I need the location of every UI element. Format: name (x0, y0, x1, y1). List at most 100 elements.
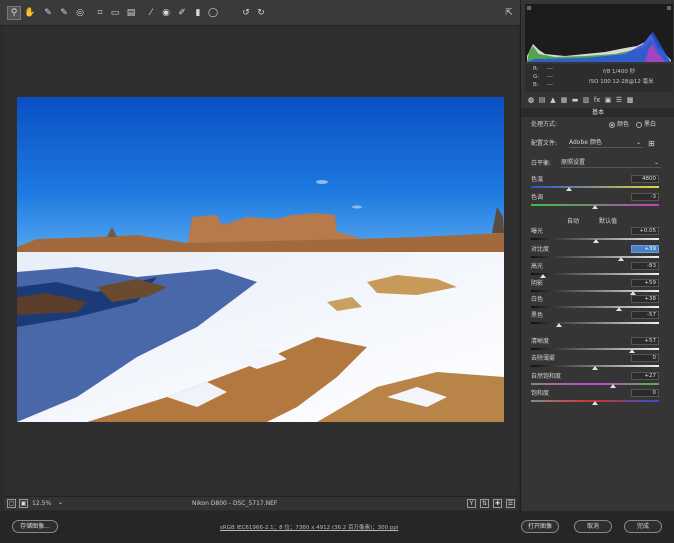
process-color-radio[interactable] (609, 122, 615, 128)
slider-track[interactable] (531, 322, 659, 324)
cancel-button[interactable]: 取消 (574, 520, 612, 533)
compare-view-icon[interactable]: ▣ (19, 499, 28, 508)
slider-thumb[interactable] (592, 205, 598, 209)
preview-settings-icon[interactable]: ☰ (506, 499, 515, 508)
basic-tab-icon[interactable]: ◍ (527, 96, 535, 104)
hsl-tab-icon[interactable]: ▦ (560, 96, 568, 104)
exposure-info: f/8 1/400 秒 (603, 69, 636, 75)
slider-track[interactable] (531, 273, 659, 275)
slider-value-field[interactable]: +39 (631, 245, 659, 253)
slider-thumb[interactable] (629, 349, 636, 353)
slider-value-field[interactable]: +57 (631, 337, 659, 345)
slider-thumb[interactable] (616, 307, 623, 311)
single-view-icon[interactable]: ▢ (7, 499, 16, 508)
adjustment-panel: R: --- G: --- B: --- f/8 1/400 秒 ISO 100… (520, 0, 674, 511)
radial-filter-icon[interactable]: ◯ (207, 7, 219, 19)
b-label: B: (533, 82, 539, 88)
g-label: G: (533, 74, 540, 80)
histogram (525, 4, 673, 62)
process-bw-label[interactable]: 黑白 (644, 121, 656, 129)
zoom-level[interactable]: 12.5% (32, 499, 51, 509)
slider-thumb[interactable] (592, 401, 598, 405)
presets-tab-icon[interactable]: ☰ (615, 96, 623, 104)
zoom-dropdown-icon[interactable]: ⌄ (56, 499, 65, 508)
lens-tab-icon[interactable]: ▥ (582, 96, 590, 104)
workflow-options-link[interactable]: sRGB IEC61966-2.1；8 位；7360 x 4912 (36.2 … (220, 523, 398, 531)
slider-value-field[interactable]: 0 (631, 354, 659, 362)
profile-value: Adobe 颜色 (569, 139, 602, 146)
slider-label: 饱和度 (531, 390, 550, 397)
white-balance-label: 白平衡: (531, 160, 552, 167)
slider-value-field[interactable]: +0.05 (631, 227, 659, 235)
swap-settings-icon[interactable]: ⇅ (480, 499, 489, 508)
white-balance-icon[interactable]: ✎ (42, 7, 54, 19)
calibration-tab-icon[interactable]: ▣ (604, 96, 612, 104)
process-label: 处理方式: (531, 121, 558, 128)
file-name: Nikon D800 - DSC_5717.NEF (192, 500, 278, 507)
panel-tabs: ◍ ▤ ▲ ▦ ▬ ▥ fx ▣ ☰ ▩ (525, 95, 673, 106)
histogram-graph (525, 4, 673, 62)
open-image-button[interactable]: 打开图像 (521, 520, 559, 533)
rotate-right-icon[interactable]: ↻ (255, 7, 267, 19)
auto-link[interactable]: 自动 (567, 218, 579, 226)
red-eye-icon[interactable]: ◉ (160, 7, 172, 19)
b-value: --- (547, 82, 553, 88)
slider-label: 对比度 (531, 246, 550, 253)
shadow-clipping-icon (527, 6, 531, 10)
slider-track[interactable] (531, 290, 659, 292)
slider-value-field[interactable]: 0 (631, 389, 659, 397)
slider-value-field[interactable]: +59 (631, 279, 659, 287)
process-bw-radio[interactable] (636, 122, 642, 128)
slider-thumb[interactable] (539, 274, 546, 278)
toggle-fullscreen-icon[interactable]: ⇱ (503, 7, 515, 19)
snapshots-tab-icon[interactable]: ▩ (626, 96, 634, 104)
transform-icon[interactable]: ▤ (125, 7, 137, 19)
slider-label: 色调 (531, 194, 544, 201)
slider-value-field[interactable]: -3 (631, 193, 659, 201)
copy-settings-icon[interactable]: ✚ (493, 499, 502, 508)
preview-image[interactable] (17, 97, 504, 422)
save-image-button[interactable]: 存储图像... (12, 520, 58, 533)
straighten-icon[interactable]: ▭ (109, 7, 121, 19)
profile-dropdown[interactable]: Adobe 颜色 ⌄ (569, 139, 643, 148)
done-button[interactable]: 完成 (624, 520, 662, 533)
status-bar: ▢ ▣ 12.5% ⌄ Nikon D800 - DSC_5717.NEF Y … (4, 496, 517, 510)
slider-thumb[interactable] (593, 239, 600, 243)
r-label: R: (533, 66, 539, 72)
hand-icon[interactable]: ✋ (24, 7, 36, 19)
detail-tab-icon[interactable]: ▲ (549, 96, 557, 104)
crop-icon[interactable]: ⌗ (94, 7, 106, 19)
slider-thumb[interactable] (592, 366, 598, 370)
slider-value-field[interactable]: -57 (631, 311, 659, 319)
effects-tab-icon[interactable]: fx (593, 96, 601, 104)
zoom-icon[interactable]: ⚲ (7, 6, 21, 20)
color-sampler-icon[interactable]: ✎ (58, 7, 70, 19)
process-color-label[interactable]: 颜色 (617, 121, 629, 129)
slider-value-field[interactable]: -83 (631, 262, 659, 270)
target-adjust-icon[interactable]: ◎ (74, 7, 86, 19)
graduated-filter-icon[interactable]: ▮ (192, 7, 204, 19)
slider-thumb[interactable] (617, 257, 624, 261)
slider-thumb[interactable] (609, 384, 616, 388)
profile-browser-icon[interactable]: ⊞ (648, 140, 655, 148)
slider-track[interactable] (531, 256, 659, 258)
before-after-button[interactable]: Y (467, 499, 476, 508)
slider-track[interactable] (531, 383, 659, 385)
tone-curve-tab-icon[interactable]: ▤ (538, 96, 546, 104)
default-link[interactable]: 默认值 (599, 218, 617, 226)
slider-thumb[interactable] (566, 187, 573, 191)
slider-track[interactable] (531, 348, 659, 350)
spot-removal-icon[interactable]: ⁄ (145, 7, 157, 19)
white-balance-dropdown[interactable]: 原照设置 ⌄ (561, 159, 661, 168)
slider-value-field[interactable]: +38 (631, 295, 659, 303)
slider-track[interactable] (531, 186, 659, 188)
chevron-down-icon: ⌄ (653, 159, 659, 166)
slider-thumb[interactable] (556, 323, 563, 327)
slider-track[interactable] (531, 306, 659, 308)
slider-value-field[interactable]: +27 (631, 372, 659, 380)
split-toning-tab-icon[interactable]: ▬ (571, 96, 579, 104)
adjustment-brush-icon[interactable]: ✐ (176, 7, 188, 19)
slider-value-field[interactable]: 4800 (631, 175, 659, 183)
slider-label: 曝光 (531, 228, 544, 235)
rotate-left-icon[interactable]: ↺ (240, 7, 252, 19)
